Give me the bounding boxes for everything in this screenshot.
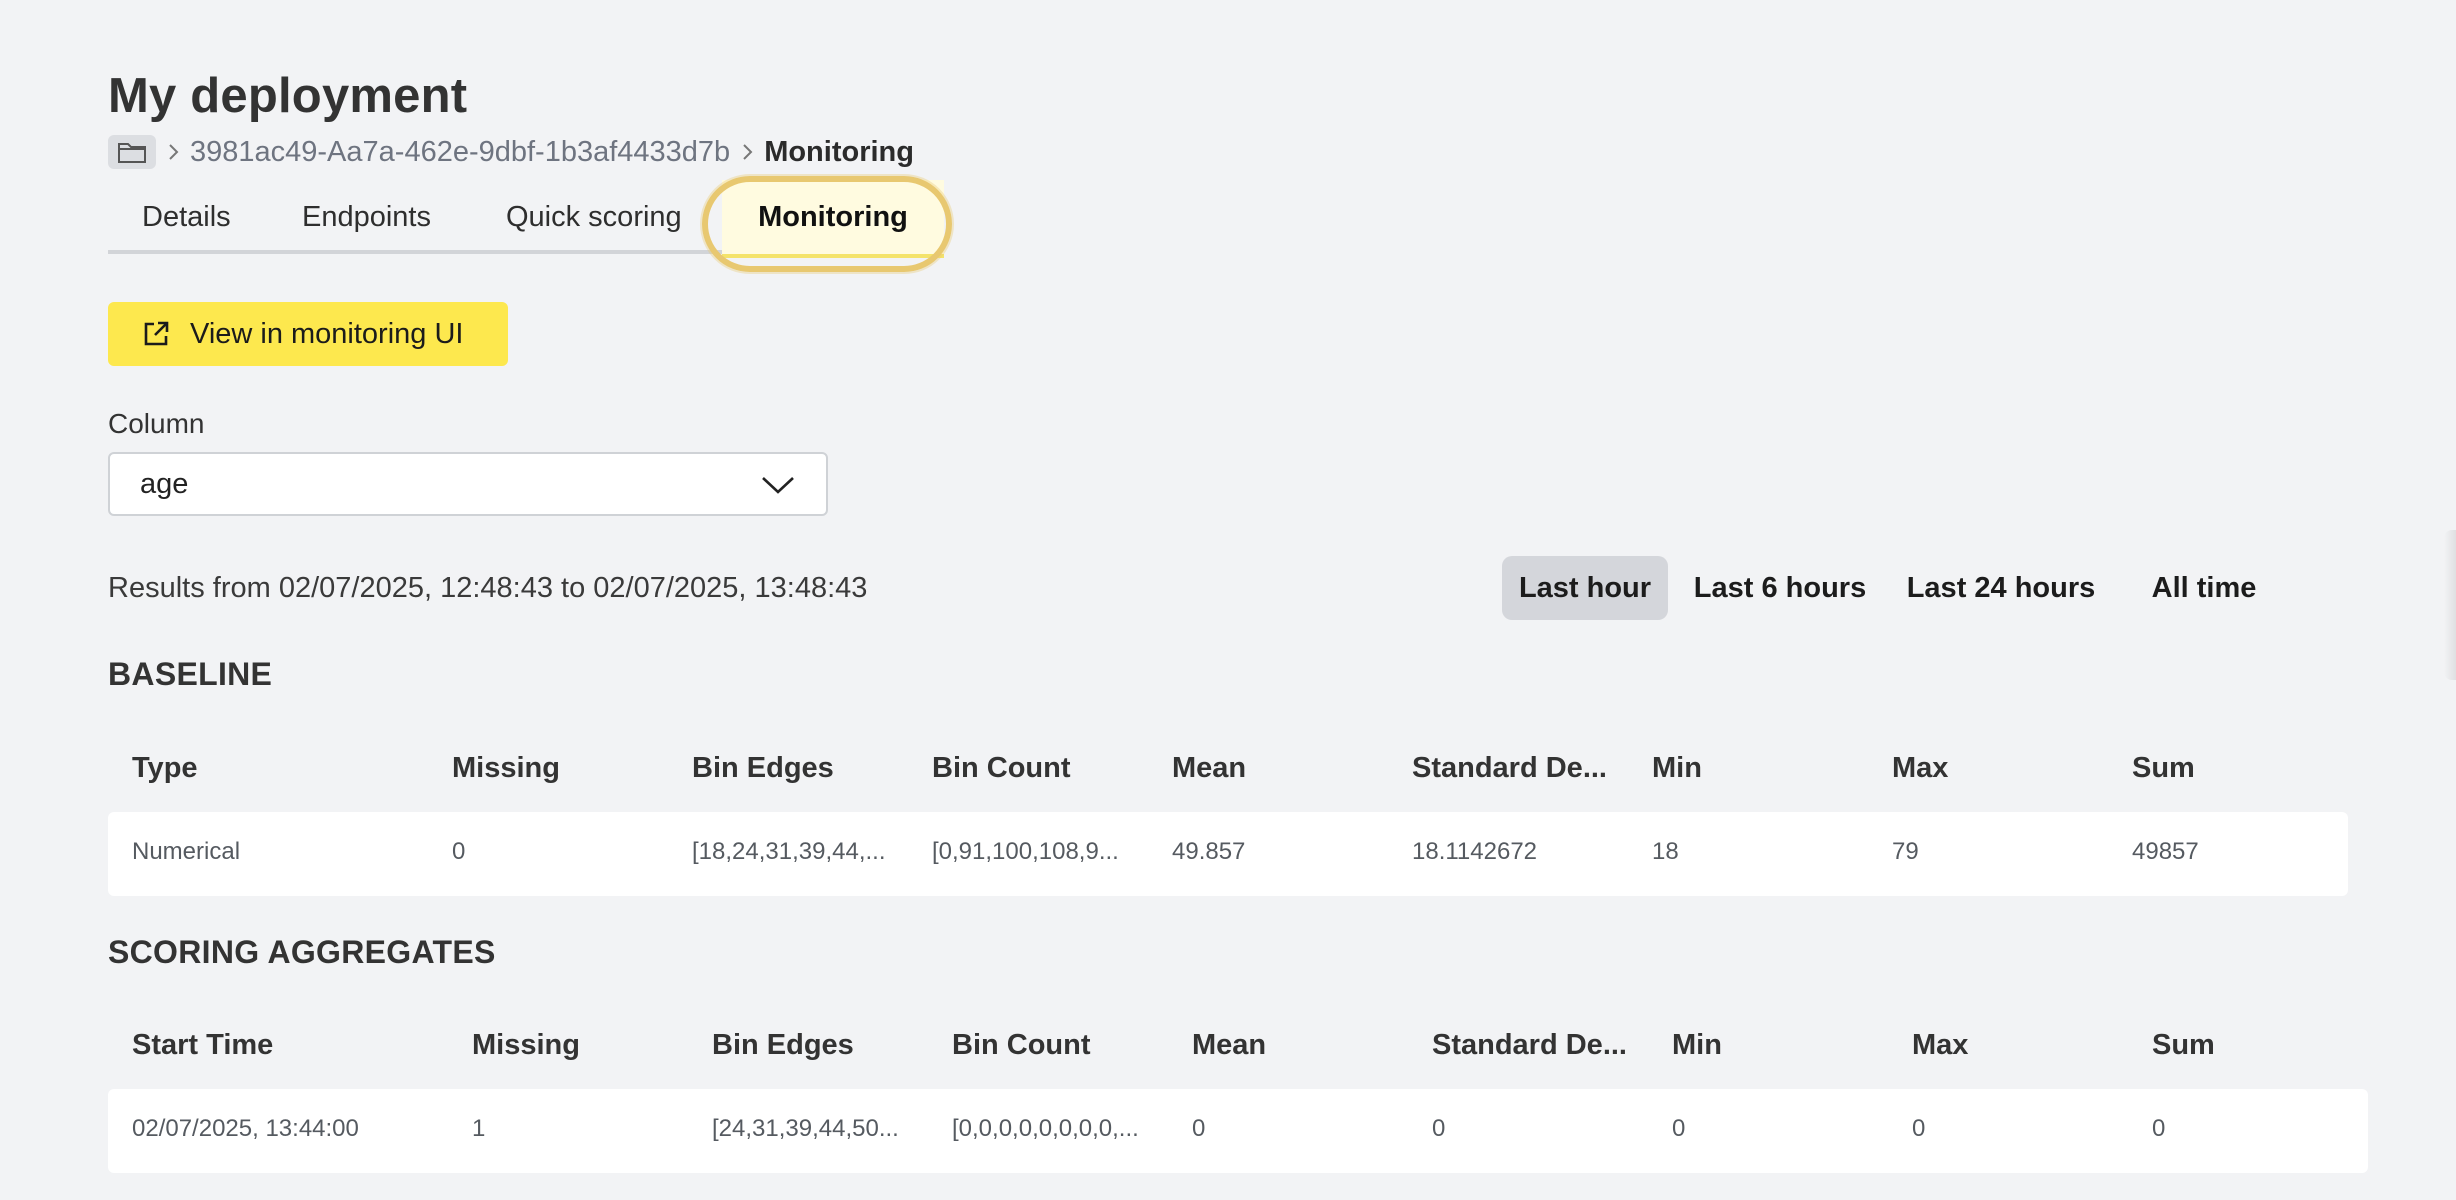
column-header: Mean bbox=[1172, 752, 1247, 784]
column-header: Bin Edges bbox=[712, 1029, 854, 1061]
scoring-aggregates-title: SCORING AGGREGATES bbox=[108, 934, 496, 970]
table-row: 02/07/2025, 13:44:00 1 [24,31,39,44,50..… bbox=[108, 1089, 2368, 1173]
column-header: Mean bbox=[1192, 1029, 1267, 1061]
column-header: Type bbox=[132, 752, 198, 784]
column-header: Sum bbox=[2132, 752, 2195, 784]
column-header: Start Time bbox=[132, 1029, 274, 1061]
column-header: Max bbox=[1912, 1029, 1969, 1061]
table-cell: 0 bbox=[1192, 1115, 1206, 1142]
tab-quick-scoring[interactable]: Quick scoring bbox=[506, 180, 682, 254]
tab-endpoints[interactable]: Endpoints bbox=[302, 180, 431, 254]
table-cell: [24,31,39,44,50... bbox=[712, 1115, 899, 1142]
folder-icon[interactable] bbox=[108, 135, 156, 169]
chevron-right-icon bbox=[166, 142, 180, 162]
results-range-text: Results from 02/07/2025, 12:48:43 to 02/… bbox=[108, 572, 868, 604]
column-select[interactable]: age bbox=[108, 452, 828, 516]
table-cell: 0 bbox=[1672, 1115, 1686, 1142]
column-header: Min bbox=[1652, 752, 1702, 784]
breadcrumb: 3981ac49-Aa7a-462e-9dbf-1b3af4433d7b Mon… bbox=[108, 134, 914, 170]
table-cell: 0 bbox=[1432, 1115, 1446, 1142]
table-cell: 49.857 bbox=[1172, 838, 1246, 865]
tab-bar: Details Endpoints Quick scoring Monitori… bbox=[108, 180, 944, 258]
scoring-table-header: Start Time Missing Bin Edges Bin Count M… bbox=[108, 1029, 2368, 1089]
column-header: Sum bbox=[2152, 1029, 2215, 1061]
column-label: Column bbox=[108, 408, 205, 439]
chevron-right-icon bbox=[740, 142, 754, 162]
baseline-title: BASELINE bbox=[108, 656, 273, 692]
breadcrumb-deployment-id[interactable]: 3981ac49-Aa7a-462e-9dbf-1b3af4433d7b bbox=[190, 136, 730, 169]
column-header: Bin Count bbox=[932, 752, 1071, 784]
table-row: Numerical 0 [18,24,31,39,44,... [0,91,10… bbox=[108, 812, 2348, 896]
table-cell: 0 bbox=[2152, 1115, 2166, 1142]
external-link-icon bbox=[142, 320, 170, 348]
table-cell: 18 bbox=[1652, 838, 1679, 865]
page-title: My deployment bbox=[108, 69, 468, 123]
table-cell: 49857 bbox=[2132, 838, 2199, 865]
column-header: Bin Edges bbox=[692, 752, 834, 784]
table-cell: [18,24,31,39,44,... bbox=[692, 838, 886, 865]
column-header: Missing bbox=[472, 1029, 580, 1061]
table-cell: 02/07/2025, 13:44:00 bbox=[132, 1115, 359, 1142]
column-header: Standard De... bbox=[1412, 752, 1607, 784]
baseline-table-header: Type Missing Bin Edges Bin Count Mean St… bbox=[108, 752, 2348, 812]
table-cell: [0,0,0,0,0,0,0,0,... bbox=[952, 1115, 1139, 1142]
table-cell: 1 bbox=[472, 1115, 486, 1142]
column-header: Bin Count bbox=[952, 1029, 1091, 1061]
table-cell: 79 bbox=[1892, 838, 1919, 865]
breadcrumb-current: Monitoring bbox=[764, 135, 914, 168]
table-cell: 18.1142672 bbox=[1412, 838, 1538, 865]
range-last-24-hours-button[interactable]: Last 24 hours bbox=[1894, 556, 2108, 620]
column-header: Missing bbox=[452, 752, 560, 784]
column-header: Standard De... bbox=[1432, 1029, 1627, 1061]
side-panel-edge bbox=[2444, 530, 2456, 680]
table-cell: Numerical bbox=[132, 838, 241, 865]
range-last-hour-button[interactable]: Last hour bbox=[1502, 556, 1668, 620]
table-cell: [0,91,100,108,9... bbox=[932, 838, 1119, 865]
range-all-time-button[interactable]: All time bbox=[2122, 556, 2286, 620]
column-select-value: age bbox=[140, 467, 189, 500]
view-in-monitoring-ui-label: View in monitoring UI bbox=[190, 317, 464, 350]
tab-details[interactable]: Details bbox=[142, 180, 231, 254]
column-header: Min bbox=[1672, 1029, 1722, 1061]
table-cell: 0 bbox=[1912, 1115, 1926, 1142]
view-in-monitoring-ui-button[interactable]: View in monitoring UI bbox=[108, 302, 508, 366]
column-header: Max bbox=[1892, 752, 1949, 784]
table-cell: 0 bbox=[452, 838, 466, 865]
range-last-6-hours-button[interactable]: Last 6 hours bbox=[1682, 556, 1878, 620]
tab-monitoring[interactable]: Monitoring bbox=[722, 180, 944, 258]
chevron-down-icon bbox=[760, 472, 796, 505]
